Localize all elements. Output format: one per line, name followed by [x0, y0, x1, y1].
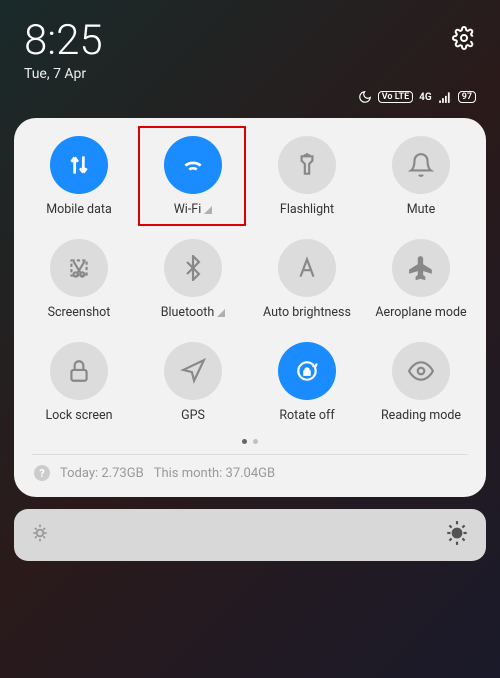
- tile-label: Mobile data: [46, 202, 112, 217]
- pager-dot: [253, 439, 258, 444]
- scissors-icon: [66, 255, 92, 281]
- tile-reading-mode[interactable]: Reading mode: [364, 342, 478, 423]
- wifi-icon: [180, 152, 206, 178]
- tile-label: Aeroplane mode: [375, 305, 466, 320]
- bell-icon: [408, 152, 434, 178]
- tile-mobile-data[interactable]: Mobile data: [22, 136, 136, 217]
- page-indicator: [22, 439, 478, 444]
- tile-screenshot[interactable]: Screenshot: [22, 239, 136, 320]
- tile-label: Mute: [407, 202, 436, 217]
- tile-auto-brightness[interactable]: Auto brightness: [250, 239, 364, 320]
- tile-bluetooth[interactable]: Bluetooth: [136, 239, 250, 320]
- tile-label: Screenshot: [48, 305, 111, 320]
- flashlight-icon: [294, 152, 320, 178]
- pager-dot: [242, 439, 247, 444]
- arrows-up-down-icon: [66, 152, 92, 178]
- tile-gps[interactable]: GPS: [136, 342, 250, 423]
- gear-icon: [452, 26, 476, 50]
- brightness-low-icon: [30, 523, 50, 547]
- tile-rotate-off[interactable]: Rotate off: [250, 342, 364, 423]
- tile-label: Rotate off: [279, 408, 334, 423]
- brightness-slider[interactable]: [14, 509, 486, 561]
- chevron-icon: [204, 206, 212, 214]
- chevron-icon: [217, 309, 225, 317]
- signal-icon: [438, 90, 452, 104]
- status-bar: Vo LTE 4G 97: [0, 90, 500, 112]
- settings-button[interactable]: [452, 20, 476, 54]
- usage-month-value: 37.04GB: [226, 466, 276, 481]
- dnd-icon: [358, 90, 372, 104]
- airplane-icon: [408, 255, 434, 281]
- usage-month-label: This month:: [154, 466, 223, 481]
- tile-label: Bluetooth: [161, 305, 215, 320]
- brightness-high-icon: [444, 520, 470, 550]
- clock-time: 8:25: [24, 20, 103, 62]
- tile-label: Wi-Fi: [174, 202, 202, 217]
- tile-label: Lock screen: [45, 408, 112, 423]
- rotate-lock-icon: [294, 358, 320, 384]
- tile-wifi[interactable]: Wi-Fi: [136, 136, 250, 217]
- bluetooth-icon: [180, 255, 206, 281]
- tile-label: Reading mode: [381, 408, 461, 423]
- network-type: 4G: [419, 92, 432, 103]
- tile-label: Auto brightness: [263, 305, 351, 320]
- clock-date: Tue, 7 Apr: [24, 66, 103, 82]
- tiles-grid: Mobile data Wi-Fi Flashlight Mute Screen…: [22, 136, 478, 423]
- volte-icon: Vo LTE: [378, 91, 413, 103]
- battery-badge: 97: [458, 91, 476, 103]
- tile-label: Flashlight: [280, 202, 334, 217]
- data-usage-row[interactable]: ? Today: 2.73GB This month: 37.04GB: [22, 455, 478, 485]
- letter-a-icon: [294, 255, 320, 281]
- usage-today-label: Today:: [60, 466, 98, 481]
- lock-icon: [66, 358, 92, 384]
- quick-settings-panel: Mobile data Wi-Fi Flashlight Mute Screen…: [14, 118, 486, 497]
- info-icon: ?: [34, 465, 50, 481]
- tile-label: GPS: [181, 408, 205, 423]
- tile-flashlight[interactable]: Flashlight: [250, 136, 364, 217]
- tile-aeroplane-mode[interactable]: Aeroplane mode: [364, 239, 478, 320]
- tile-lock-screen[interactable]: Lock screen: [22, 342, 136, 423]
- tile-mute[interactable]: Mute: [364, 136, 478, 217]
- eye-icon: [408, 358, 434, 384]
- navigation-icon: [180, 358, 206, 384]
- usage-today-value: 2.73GB: [101, 466, 143, 481]
